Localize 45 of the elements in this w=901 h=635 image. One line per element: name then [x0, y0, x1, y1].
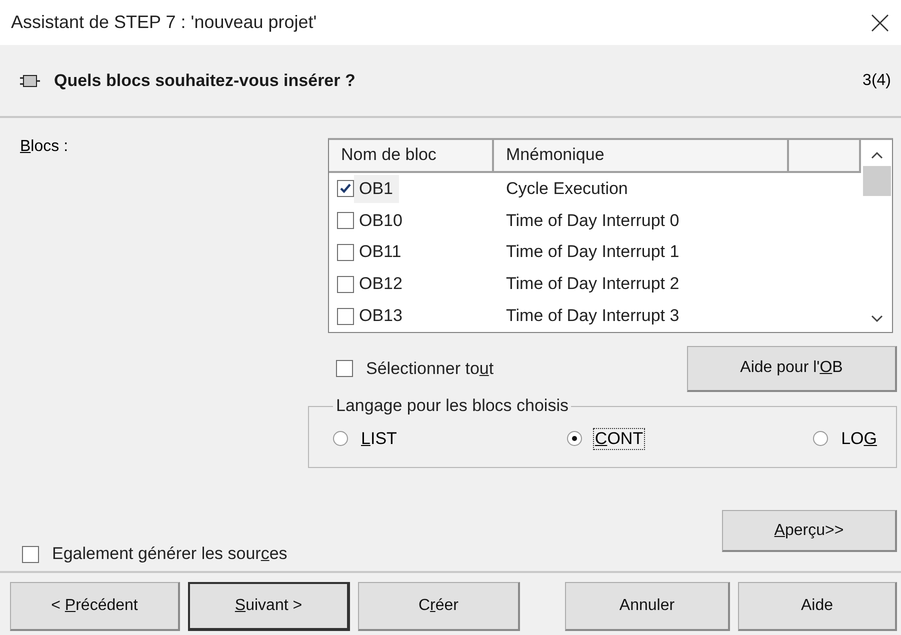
scrollbar-thumb[interactable] [863, 166, 891, 196]
checkbox[interactable] [337, 212, 354, 230]
block-name[interactable]: OB10 [354, 206, 408, 235]
dialog-button[interactable]: Annuler [565, 582, 730, 631]
dialog-button[interactable]: < Précédent [10, 582, 180, 631]
radio-button[interactable] [333, 431, 348, 446]
preview-button[interactable]: Aperçu>> [722, 510, 897, 552]
radio-label[interactable]: LOG [840, 428, 878, 448]
generate-sources-label[interactable]: Egalement générer les sources [52, 544, 288, 564]
scroll-down-icon[interactable] [870, 314, 884, 324]
checkbox[interactable] [337, 180, 354, 198]
checkbox[interactable] [337, 244, 354, 261]
dialog-button[interactable]: Aide [738, 582, 897, 631]
dialog-button[interactable]: Créer [358, 582, 520, 631]
mnemonic-cell-text: Time of Day Interrupt 2 [505, 274, 680, 294]
dialog-button[interactable]: Suivant > [188, 582, 350, 631]
close-icon[interactable] [871, 14, 889, 32]
step-counter: 3(4) [862, 72, 891, 90]
radio-label[interactable]: LIST [360, 428, 398, 448]
radio-label[interactable]: CONT [594, 428, 644, 448]
group-title: Langage pour les blocs choisis [335, 396, 570, 416]
checkbox[interactable] [337, 308, 354, 325]
block-name[interactable]: OB13 [354, 302, 408, 330]
window-title: Assistant de STEP 7 : 'nouveau projet' [11, 12, 317, 33]
checkbox[interactable] [336, 360, 353, 377]
block-name[interactable]: OB1 [354, 174, 400, 203]
checkbox[interactable] [22, 546, 39, 562]
select-all-label[interactable]: Sélectionner tout [366, 358, 494, 378]
block-name[interactable]: OB11 [354, 238, 408, 266]
column-header[interactable]: Nom de bloc [329, 140, 494, 173]
mnemonic-cell-text: Time of Day Interrupt 1 [505, 242, 680, 262]
column-header[interactable]: Mnémonique [494, 140, 789, 173]
mnemonic-cell-text: Time of Day Interrupt 0 [505, 210, 680, 231]
blocks-list[interactable]: Nom de bloc Mnémonique OB1 Cycle Execution OB10 Time of Day Interrupt 0 OB11 Time of Day Interrupt 1 OB12 Time of Day Interrupt 2 OB13 Time of Day Interrupt 3 [328, 138, 893, 333]
page-title: Quels blocs souhaitez-vous insérer ? [54, 70, 356, 90]
ob-help-button[interactable]: Aide pour l'OB [687, 346, 897, 392]
radio-button[interactable] [813, 431, 828, 446]
checkbox[interactable] [337, 276, 354, 293]
mnemonic-cell-text: Cycle Execution [505, 178, 629, 199]
block-icon [20, 74, 40, 88]
radio-button[interactable] [566, 431, 582, 446]
block-name[interactable]: OB12 [354, 270, 408, 298]
mnemonic-cell-text: Time of Day Interrupt 3 [505, 306, 680, 326]
blocks-label: Blocs : [20, 138, 68, 155]
scroll-up-icon[interactable] [870, 150, 884, 160]
